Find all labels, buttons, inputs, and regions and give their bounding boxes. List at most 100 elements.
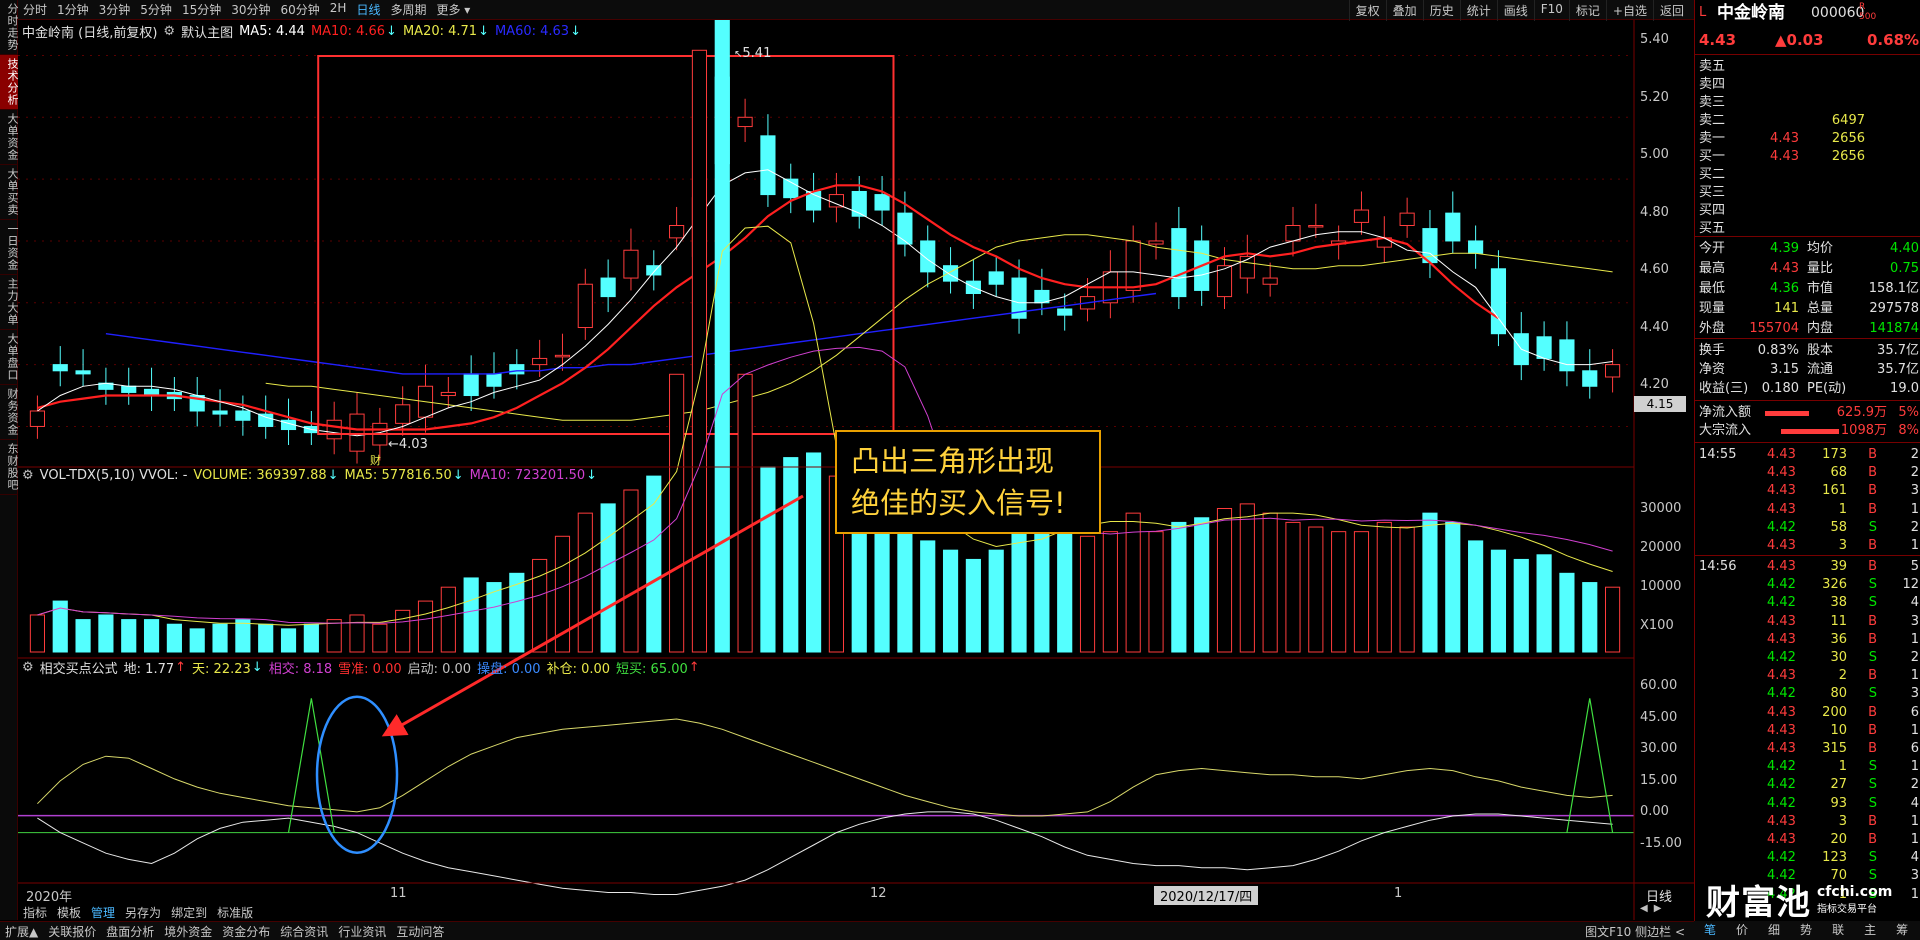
tick-side: B [1868, 832, 1877, 847]
tick-count: 1 [1910, 538, 1919, 553]
candle-body [1468, 240, 1484, 254]
gear-icon[interactable]: ⚙ [163, 24, 175, 39]
period-tab[interactable]: 2H [325, 1, 352, 18]
quote-tab[interactable]: 笔 [1694, 921, 1726, 940]
chart-name[interactable]: 默认主图 [181, 22, 233, 41]
finance-marker[interactable]: 财 [370, 452, 381, 468]
left-tab-item[interactable]: 大单资金 [0, 110, 19, 165]
gear-icon[interactable]: ⚙ [22, 660, 34, 675]
candle-body [623, 249, 639, 279]
tick-count: 2 [1910, 447, 1919, 462]
gear-icon[interactable]: ⚙ [22, 468, 34, 483]
info-tab[interactable]: 盘面分析 [101, 923, 159, 940]
left-tab-item[interactable]: 主力大单 [0, 275, 19, 330]
tick-count: 3 [1910, 483, 1919, 499]
stock-name: 中金岭南 [1717, 3, 1785, 23]
quote-tab[interactable]: 筹 [1886, 921, 1918, 940]
order-book-row: 卖四 [1695, 76, 1920, 94]
candle-body [1057, 308, 1073, 316]
left-tab-item[interactable]: 大单盘口 [0, 330, 19, 385]
left-tab-item[interactable]: 东财股吧 [0, 440, 19, 495]
stat-label: 市值 [1807, 281, 1834, 296]
order-book-row: 买二 [1695, 166, 1920, 184]
ind-caozuo: 操盘: 0.00 [477, 662, 541, 677]
arrow-right-icon[interactable]: ▶ [1654, 903, 1662, 917]
tick-count: 1 [1910, 722, 1919, 738]
period-tab[interactable]: 日线 [351, 1, 385, 18]
toolbar-button[interactable]: F10 [1533, 0, 1569, 21]
period-tab[interactable]: 分时 [18, 1, 52, 18]
annotation-line: 凸出三角形出现 [851, 444, 1055, 478]
tick-volume: 315 [1822, 741, 1847, 756]
quote-tab[interactable]: 联 [1822, 921, 1854, 940]
toolbar-button[interactable]: 标记 [1568, 0, 1606, 21]
stat-value: 297578 [1869, 301, 1919, 316]
axis-tick-label: 4.60 [1640, 262, 1669, 277]
left-tab-item[interactable]: 一日资金 [0, 220, 19, 275]
main-legend: 中金岭南 (日线,前复权) ⚙ 默认主图 MA5: 4.44 MA10: 4.6… [22, 22, 581, 41]
info-tab[interactable]: 行业资讯 [333, 923, 391, 940]
candle-body [1605, 364, 1621, 378]
info-tab[interactable]: 境外资金 [159, 923, 217, 940]
book-level-label: 卖五 [1699, 59, 1726, 74]
left-tab-item[interactable]: 分时走势 [0, 0, 19, 55]
candle-body [1445, 212, 1461, 242]
info-tab[interactable]: 综合资讯 [275, 923, 333, 940]
volume-bar [395, 609, 411, 653]
book-level-price: 4.43 [1770, 149, 1799, 164]
book-level-label: 卖二 [1699, 113, 1726, 128]
period-tab[interactable]: 30分钟 [226, 1, 275, 18]
chart-tab[interactable]: 指标 [18, 904, 52, 921]
toolbar-button[interactable]: 返回 [1652, 0, 1690, 21]
quote-tab[interactable]: 细 [1758, 921, 1790, 940]
left-tab-item[interactable]: 技术分析 [0, 55, 19, 110]
arrow-left-icon[interactable]: ◀ [1640, 903, 1648, 917]
candle-body [1399, 212, 1415, 226]
volume-bar [1262, 512, 1278, 653]
chart-tab[interactable]: 管理 [86, 904, 120, 921]
info-tab[interactable]: 资金分布 [217, 923, 275, 940]
toolbar-button[interactable]: 叠加 [1385, 0, 1423, 21]
toolbar-button[interactable]: +自选 [1605, 0, 1653, 21]
period-tab[interactable]: 60分钟 [276, 1, 325, 18]
info-tab[interactable]: 扩展▲ [0, 923, 43, 940]
x-label-nov: 11 [390, 886, 407, 901]
left-tab-item[interactable]: 大单买卖 [0, 165, 19, 220]
chart-tab[interactable]: 模板 [52, 904, 86, 921]
stat-value: 4.40 [1890, 241, 1919, 256]
quote-tab[interactable]: 价 [1726, 921, 1758, 940]
chart-tab[interactable]: 标准版 [212, 904, 258, 921]
axis-tick-label: 5.00 [1640, 147, 1669, 162]
period-tab[interactable]: 1分钟 [52, 1, 94, 18]
chart-tab[interactable]: 绑定到 [166, 904, 212, 921]
axis-tick-label: 5.20 [1640, 89, 1669, 105]
period-tab[interactable]: 5分钟 [135, 1, 177, 18]
scroll-buttons[interactable]: ◀ ▶ [1640, 903, 1684, 917]
stat-label: 内盘 [1807, 321, 1834, 336]
toolbar-button[interactable]: 历史 [1422, 0, 1460, 21]
tick-volume: 173 [1822, 447, 1847, 462]
tick-row: 4.42 326 S 12 [1695, 576, 1920, 594]
period-tab[interactable]: 15分钟 [177, 1, 226, 18]
toolbar-button[interactable]: 复权 [1348, 0, 1386, 21]
tick-side: B [1868, 722, 1877, 738]
period-tab[interactable]: 更多 ▾ [431, 1, 475, 18]
chart-tab[interactable]: 另存为 [120, 904, 166, 921]
book-level-label: 卖一 [1699, 131, 1726, 146]
tick-side: B [1868, 501, 1877, 517]
info-tab[interactable]: 互动问答 [391, 923, 449, 940]
volume-bar [1148, 531, 1164, 653]
period-tab[interactable]: 多周期 [385, 1, 431, 18]
toolbar-button[interactable]: 统计 [1459, 0, 1497, 21]
toolbar-button[interactable]: 画线 [1496, 0, 1534, 21]
quote-tab[interactable]: 主 [1854, 921, 1886, 940]
period-tab[interactable]: 3分钟 [94, 1, 136, 18]
left-tab-item[interactable]: 财务资金 [0, 385, 19, 440]
ma60-line [105, 292, 1157, 375]
quote-tab[interactable]: 势 [1790, 921, 1822, 940]
info-tab[interactable]: 关联报价 [43, 923, 101, 940]
volume-bar [1376, 521, 1392, 653]
candle-body [1536, 336, 1552, 359]
stat-label: 最高 [1699, 261, 1726, 276]
sidebar-toggle[interactable]: 图文F10 侧边栏 < [1580, 923, 1690, 940]
